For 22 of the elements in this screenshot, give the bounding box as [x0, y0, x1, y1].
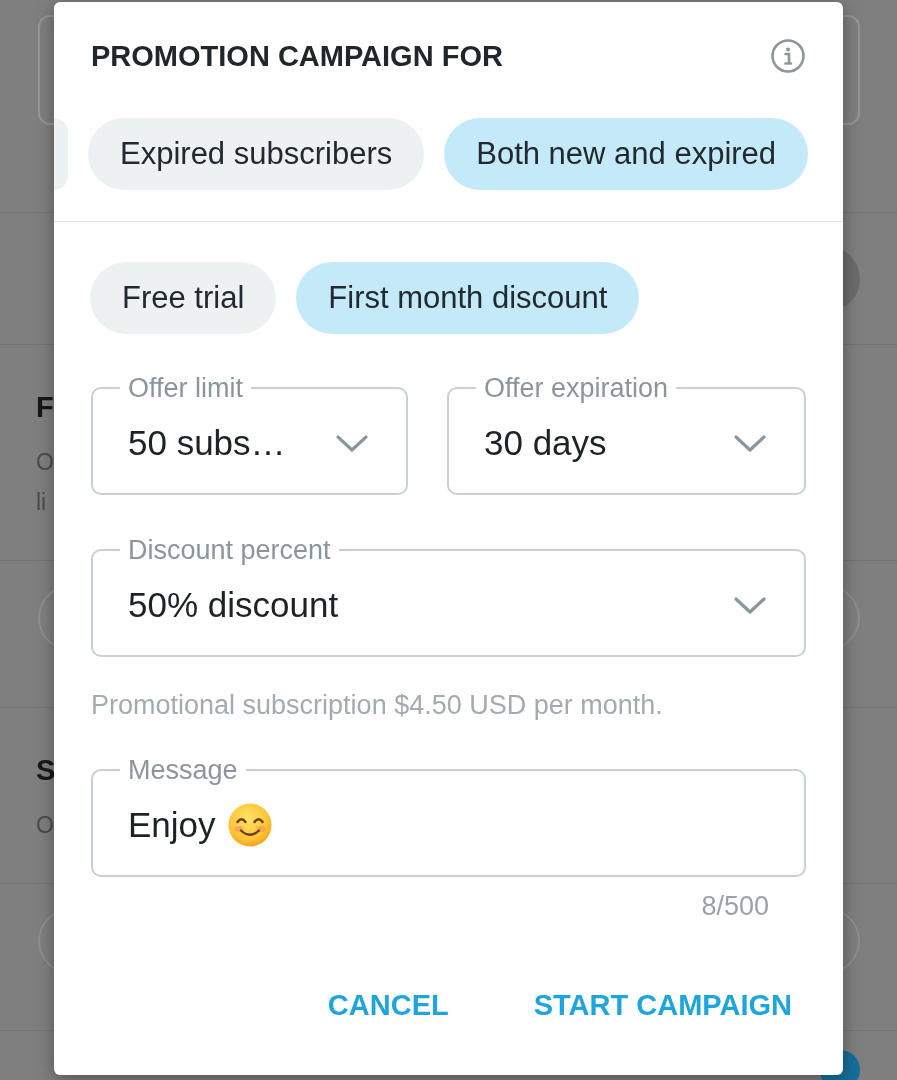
chevron-down-icon — [336, 434, 368, 452]
offer-type-chip[interactable]: First month discount — [296, 262, 640, 334]
section-heading: S — [36, 753, 56, 788]
chevron-down-icon — [734, 596, 766, 614]
field-label: Message — [127, 754, 239, 786]
offer-type-chip[interactable]: Free trial — [90, 262, 277, 334]
dialog-title: PROMOTION CAMPAIGN FOR — [91, 39, 503, 74]
field-label: Offer expiration — [483, 372, 670, 404]
character-counter: 8/500 — [701, 890, 769, 922]
audience-chip[interactable]: Expired subscribers — [88, 118, 425, 190]
smiling-face-icon — [227, 803, 272, 847]
audience-chip[interactable]: Both new and expired — [444, 118, 809, 190]
info-icon[interactable] — [771, 39, 805, 73]
chevron-down-icon — [734, 434, 766, 452]
price-note: Promotional subscription $4.50 USD per month. — [91, 689, 664, 721]
select-value: 50 subs… — [128, 422, 286, 464]
field-label: Discount percent — [127, 534, 332, 566]
field-label: Offer limit — [127, 372, 244, 404]
message-text: Enjoy — [128, 804, 216, 846]
section-heading: F — [36, 390, 54, 425]
select-value: 30 days — [484, 422, 607, 464]
select-value: 50% discount — [128, 584, 339, 626]
